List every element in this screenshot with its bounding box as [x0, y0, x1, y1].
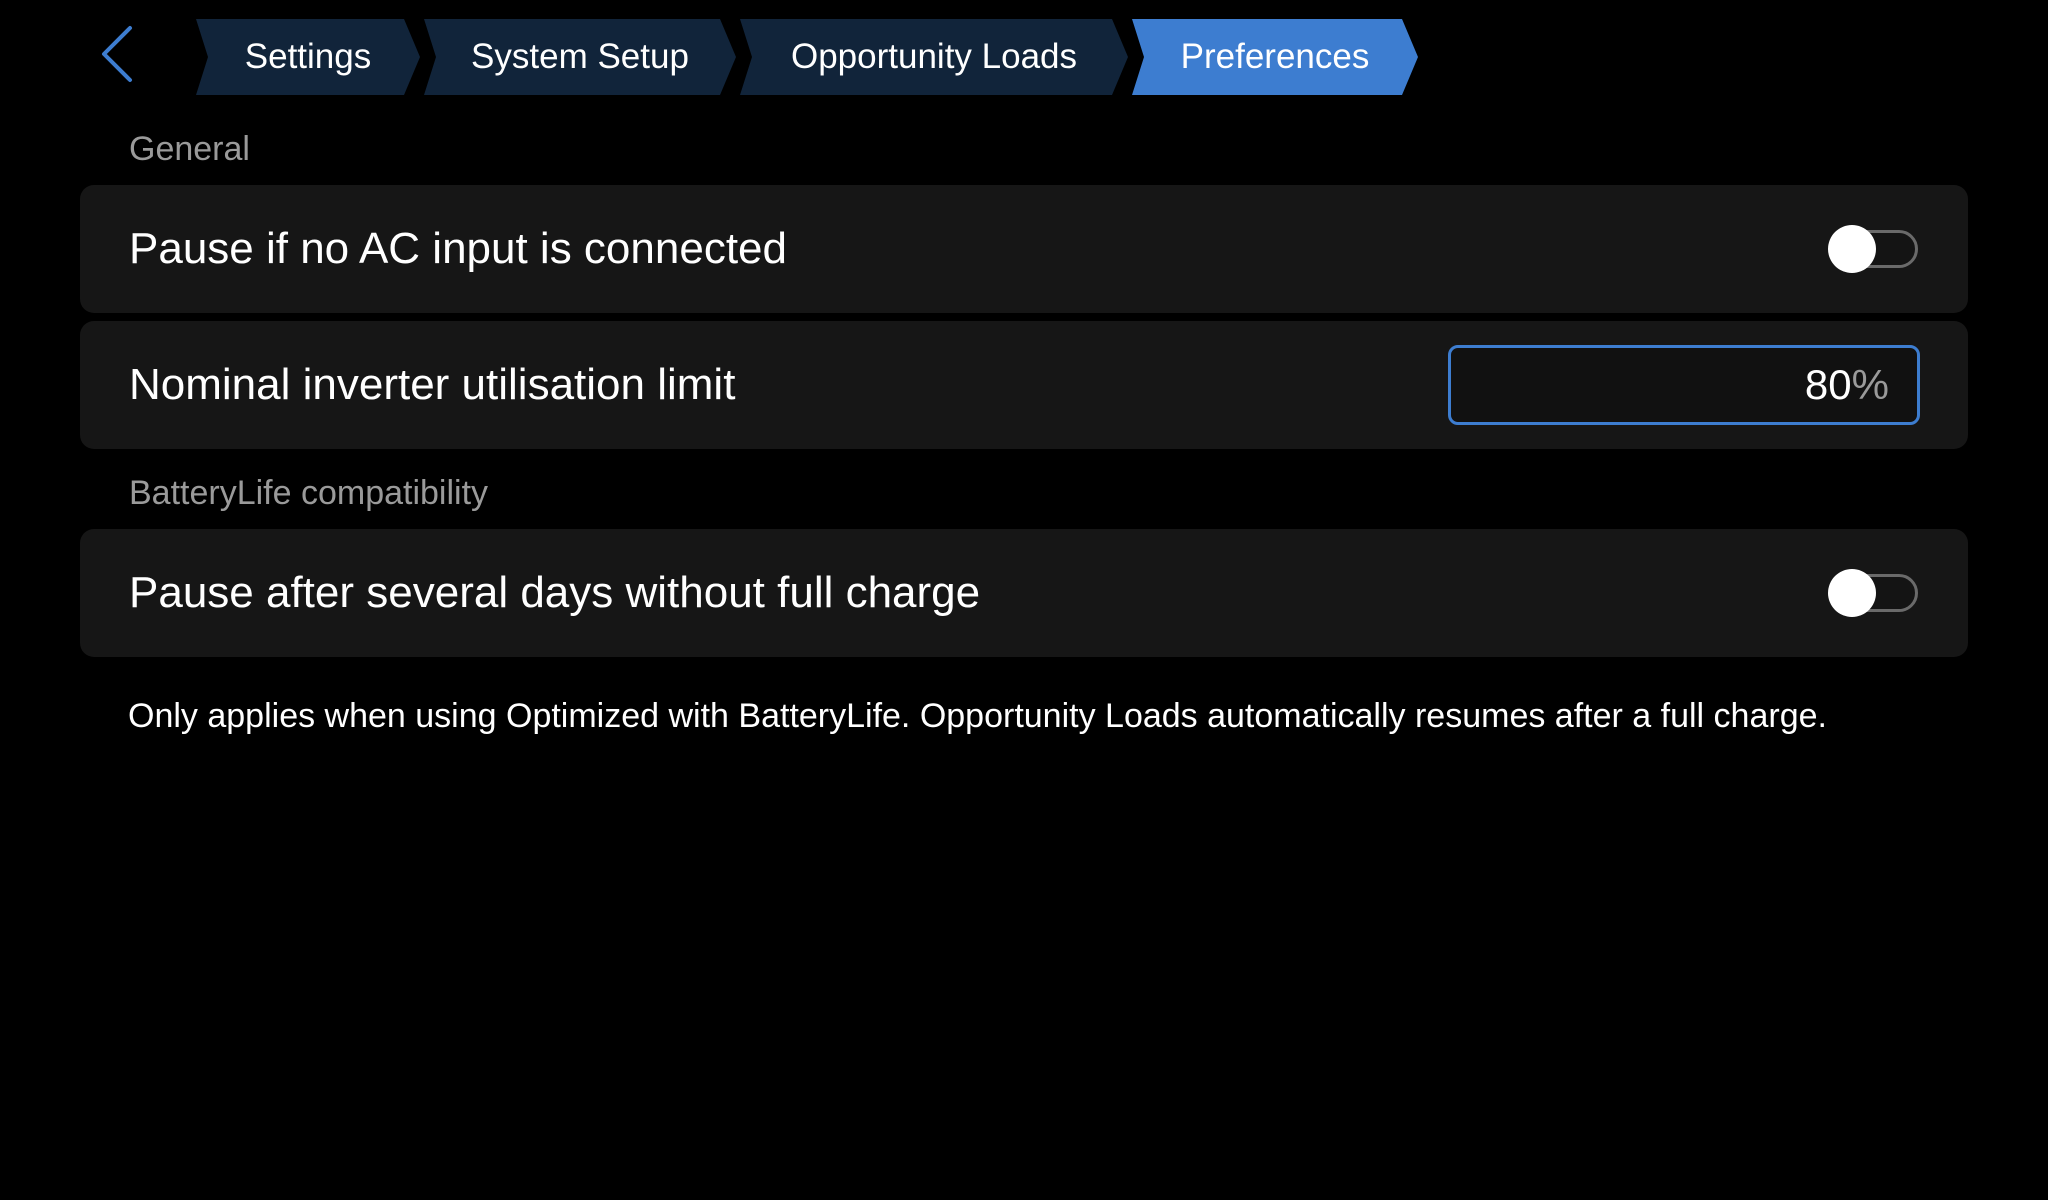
preferences-page: Settings System Setup Opportunity Loads …	[0, 0, 2048, 1200]
toggle-knob	[1828, 569, 1876, 617]
breadcrumb-label: Opportunity Loads	[790, 37, 1077, 76]
back-button[interactable]	[86, 18, 146, 90]
breadcrumb-label: Settings	[244, 37, 372, 76]
breadcrumb-opportunity-loads[interactable]: Opportunity Loads	[740, 19, 1128, 95]
breadcrumb-label: System Setup	[471, 37, 689, 76]
section-title-batterylife: BatteryLife compatibility	[129, 474, 489, 512]
breadcrumb: Settings System Setup Opportunity Loads …	[196, 19, 1422, 95]
setting-label: Nominal inverter utilisation limit	[129, 360, 736, 409]
setting-row-pause-no-full-charge: Pause after several days without full ch…	[80, 529, 1968, 657]
setting-row-inverter-limit: Nominal inverter utilisation limit 80 %	[80, 321, 1968, 449]
breadcrumb-settings[interactable]: Settings	[196, 19, 420, 95]
setting-label: Pause after several days without full ch…	[129, 568, 981, 617]
batterylife-help-text: Only applies when using Optimized with B…	[128, 697, 1827, 735]
pause-no-ac-toggle[interactable]	[1828, 225, 1920, 273]
setting-row-pause-no-ac: Pause if no AC input is connected	[80, 185, 1968, 313]
inverter-limit-input[interactable]: 80 %	[1448, 345, 1920, 425]
breadcrumb-system-setup[interactable]: System Setup	[424, 19, 736, 95]
toggle-knob	[1828, 225, 1876, 273]
pause-no-full-charge-toggle[interactable]	[1828, 569, 1920, 617]
inverter-limit-value: 80	[1804, 361, 1852, 408]
setting-label: Pause if no AC input is connected	[129, 224, 787, 273]
inverter-limit-unit: %	[1851, 361, 1889, 408]
breadcrumb-preferences[interactable]: Preferences	[1132, 19, 1418, 95]
chevron-left-icon	[102, 26, 132, 82]
breadcrumb-label: Preferences	[1180, 37, 1370, 76]
section-title-general: General	[129, 130, 250, 168]
